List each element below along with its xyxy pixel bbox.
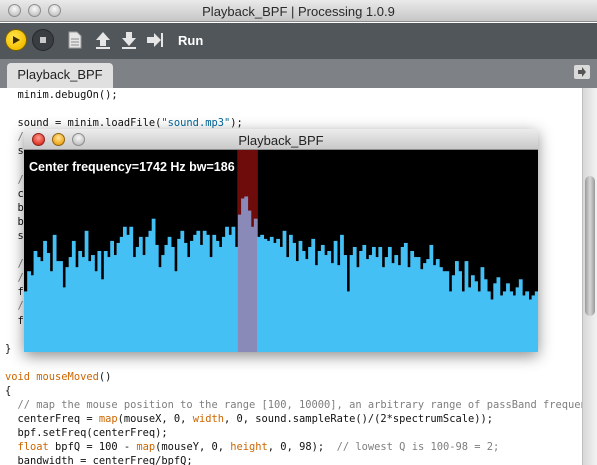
- run-label: Run: [178, 33, 204, 48]
- code-token: map: [136, 441, 156, 454]
- code-line[interactable]: {: [5, 384, 580, 398]
- code-token: minim.debugOn();: [5, 89, 118, 101]
- code-line[interactable]: bpf.setFreq(centerFreq);: [5, 426, 580, 440]
- code-token: (mouseY, 0,: [155, 441, 231, 454]
- vertical-scrollbar[interactable]: [582, 88, 597, 465]
- code-token: mouseMoved: [36, 370, 99, 383]
- code-token: f: [5, 314, 24, 327]
- sketch-canvas[interactable]: Center frequency=1742 Hz bw=186: [24, 150, 538, 352]
- save-button[interactable]: [120, 31, 138, 49]
- code-token: s: [5, 145, 24, 158]
- code-token: , 0, 98);: [267, 441, 337, 454]
- code-token: /: [5, 173, 24, 186]
- run-button[interactable]: [5, 29, 27, 51]
- code-token: );: [230, 117, 243, 130]
- code-token: b: [5, 215, 24, 228]
- code-token: // lowest Q is 100-98 = 2;: [336, 441, 500, 454]
- code-token: }: [5, 342, 12, 355]
- code-token: height: [230, 441, 268, 454]
- sketch-window: Playback_BPF Center frequency=1742 Hz bw…: [24, 129, 538, 352]
- code-token: bpf.setFreq(centerFreq);: [5, 427, 168, 440]
- code-token: void: [5, 370, 37, 383]
- open-button[interactable]: [94, 31, 112, 49]
- window-title: Playback_BPF | Processing 1.0.9: [202, 4, 395, 19]
- open-arrow-up-icon: [96, 32, 110, 49]
- main-window-titlebar: Playback_BPF | Processing 1.0.9: [0, 0, 597, 22]
- code-token: , 0, sound.sampleRate()/(2*spectrumScale…: [223, 413, 493, 426]
- code-line[interactable]: void mouseMoved(): [5, 370, 580, 384]
- code-token: s: [5, 229, 24, 242]
- code-line[interactable]: [5, 356, 580, 370]
- code-token: bpfQ = 100 -: [48, 441, 137, 454]
- code-line[interactable]: bandwidth = centerFreq/bpfQ;: [5, 454, 580, 465]
- code-token: f: [5, 286, 24, 299]
- center-frequency-label: Center frequency=1742 Hz bw=186: [29, 160, 235, 174]
- stop-icon: [40, 37, 46, 43]
- tab-playback-bpf[interactable]: Playback_BPF: [7, 63, 113, 88]
- code-token: sound = minim.loadFile(: [5, 117, 162, 130]
- play-icon: [13, 36, 20, 44]
- code-token: bandwidth = centerFreq/bpfQ;: [5, 455, 193, 465]
- code-line[interactable]: float bpfQ = 100 - map(mouseY, 0, height…: [5, 440, 580, 454]
- code-token: /: [5, 272, 24, 285]
- sketch-title: Playback_BPF: [238, 133, 324, 148]
- code-line[interactable]: minim.debugOn();: [5, 88, 580, 102]
- code-token: "sound.mp3": [161, 117, 231, 130]
- code-line[interactable]: [5, 102, 580, 116]
- tab-bar: Playback_BPF: [0, 59, 597, 88]
- tab-menu-button[interactable]: [574, 65, 590, 79]
- code-token: (mouseX, 0,: [117, 413, 193, 426]
- new-document-icon: [68, 31, 82, 49]
- export-icon: [147, 33, 163, 47]
- code-token: // map the mouse position to the range […: [5, 399, 597, 412]
- code-line[interactable]: // map the mouse position to the range […: [5, 398, 597, 412]
- code-token: {: [5, 384, 12, 397]
- arrow-right-icon: [578, 67, 586, 77]
- spectrum-visualization: [24, 150, 538, 352]
- save-arrow-down-icon: [122, 32, 136, 49]
- code-token: /: [5, 258, 24, 271]
- code-token: width: [192, 413, 224, 426]
- code-line[interactable]: centerFreq = map(mouseX, 0, width, 0, so…: [5, 412, 580, 426]
- code-token: centerFreq =: [5, 413, 99, 426]
- code-token: /: [5, 131, 24, 144]
- code-token: (): [98, 370, 112, 383]
- code-token: b: [5, 201, 24, 214]
- stop-button[interactable]: [32, 29, 54, 51]
- code-token: map: [98, 413, 118, 426]
- scrollbar-thumb[interactable]: [585, 176, 595, 316]
- toolbar: Run: [0, 23, 597, 59]
- sketch-titlebar[interactable]: Playback_BPF: [24, 129, 538, 150]
- code-token: float: [5, 441, 49, 454]
- code-token: /: [5, 300, 24, 313]
- new-button[interactable]: [66, 31, 84, 49]
- code-token: c: [5, 187, 24, 200]
- export-button[interactable]: [146, 31, 164, 49]
- spectrum-bar: [534, 291, 538, 352]
